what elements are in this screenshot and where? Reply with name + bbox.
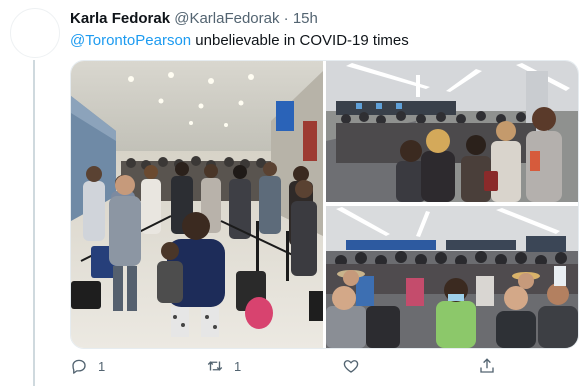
share-icon — [480, 358, 494, 373]
tweet-timestamp[interactable]: 15h — [293, 10, 318, 27]
separator-dot: · — [283, 10, 289, 27]
photo-crowded-checkin[interactable] — [326, 206, 578, 348]
reply-count: 1 — [98, 358, 106, 374]
reply-button[interactable]: 1 — [70, 357, 105, 375]
thread-line — [33, 60, 35, 386]
mention-link[interactable]: @TorontoPearson — [70, 32, 191, 49]
avatar[interactable] — [10, 8, 60, 58]
like-button[interactable] — [342, 357, 370, 375]
retweet-icon — [207, 361, 223, 371]
tweet-body: unbelievable in COVID-19 times — [191, 32, 409, 49]
comment-icon — [72, 359, 86, 374]
tweet-text: @TorontoPearson unbelievable in COVID-19… — [70, 31, 409, 51]
share-button[interactable] — [478, 357, 506, 375]
tweet-header: Karla Fedorak @KarlaFedorak · 15h — [70, 9, 318, 29]
heart-icon — [343, 360, 359, 373]
retweet-count: 1 — [234, 358, 242, 374]
author-handle[interactable]: @KarlaFedorak — [174, 10, 279, 27]
retweet-button[interactable]: 1 — [206, 357, 241, 375]
tweet-actions: 1 1 — [70, 357, 530, 381]
photo-checkin-queue[interactable] — [326, 61, 578, 202]
photo-terminal-hallway[interactable] — [71, 61, 323, 348]
media-grid — [70, 60, 579, 349]
author-name[interactable]: Karla Fedorak — [70, 10, 170, 27]
